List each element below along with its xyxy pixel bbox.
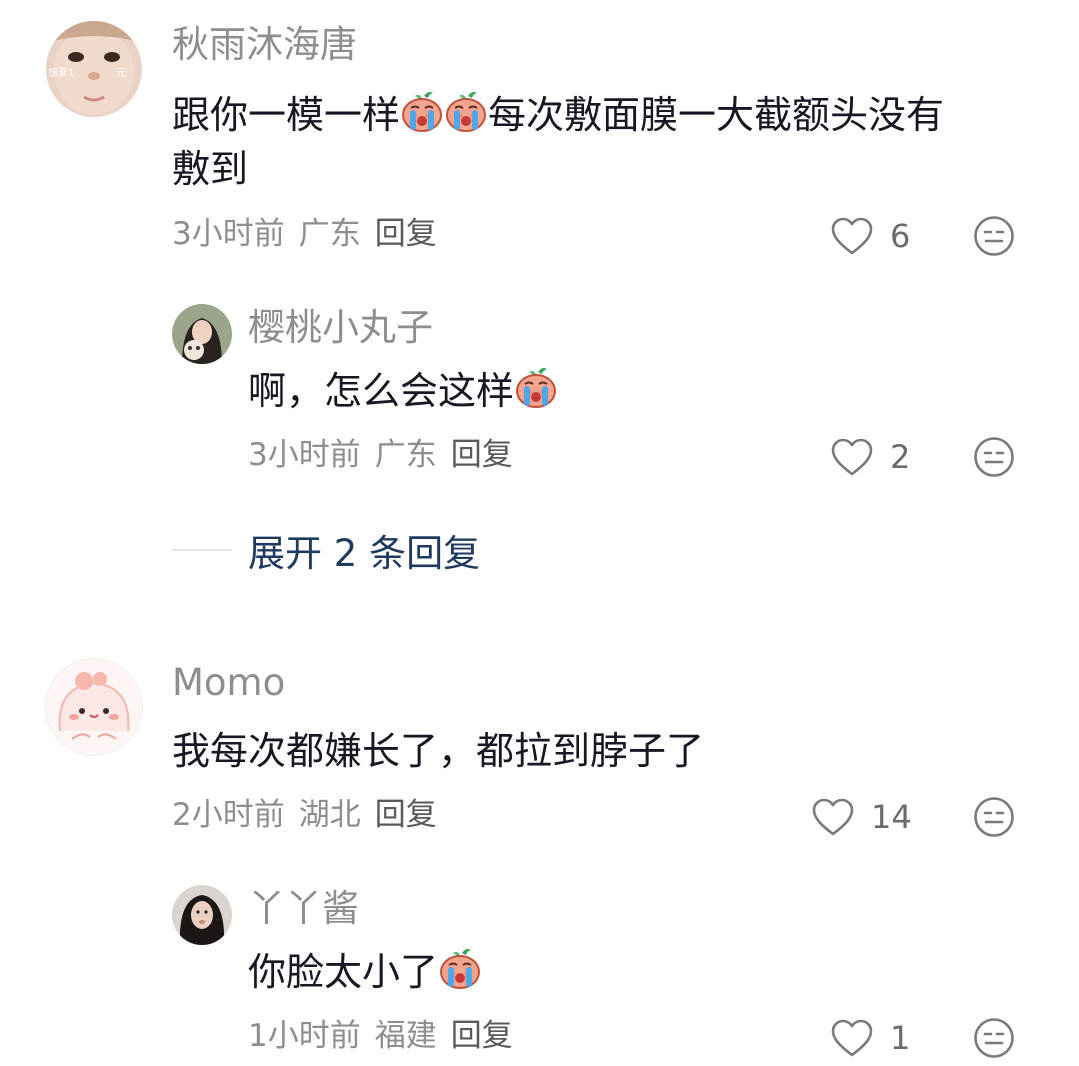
heart-icon [830,1018,874,1058]
reply-button[interactable]: 回复 [451,1018,513,1054]
timestamp: 2小时前 [172,797,285,833]
username[interactable]: Momo [172,661,285,705]
comment-text: 跟你一模一样 每次敷面膜一大截额头没有敷到 [172,88,1052,196]
location: 广东 [298,216,361,252]
crying-peach-emoji-icon [400,90,444,134]
divider [172,549,232,551]
comment-text-part: 敷到 [172,147,249,191]
reply-button[interactable]: 回复 [375,216,437,252]
comment-text: 你脸太小了 [248,945,1028,999]
timestamp: 3小时前 [248,437,361,473]
meh-face-icon [972,795,1016,839]
avatar[interactable] [45,658,143,756]
like-button[interactable]: 1 [830,1016,910,1060]
crying-peach-emoji-icon [444,90,488,134]
comment-meta: 3小时前 广东 回复 [172,214,451,254]
expand-replies-button[interactable]: 展开 2 条回复 [172,525,480,575]
comment-text-part: 每次敷面膜一大截额头没有 [488,93,945,137]
dislike-button[interactable] [972,1016,1016,1060]
reply-button[interactable]: 回复 [375,797,437,833]
location: 湖北 [298,797,361,833]
meh-face-icon [972,435,1016,479]
like-count: 14 [871,798,912,836]
like-button[interactable]: 6 [830,214,910,258]
comment-meta: 2小时前 湖北 回复 [172,795,451,835]
location: 福建 [374,1018,437,1054]
username[interactable]: 丫丫酱 [248,887,359,931]
comment-text-part: 我每次都嫌长了，都拉到脖子了 [172,729,705,773]
expand-replies-label: 展开 2 条回复 [248,532,481,575]
heart-icon [811,797,855,837]
comment-text: 啊，怎么会这样 [248,364,1028,418]
meh-face-icon [972,214,1016,258]
username[interactable]: 秋雨沐海唐 [172,23,357,67]
reply-button[interactable]: 回复 [451,437,513,473]
avatar[interactable] [172,885,232,945]
comment-text-part: 啊，怎么会这样 [248,369,515,413]
heart-icon [830,437,874,477]
like-count: 1 [890,1019,911,1057]
dislike-button[interactable] [972,214,1016,258]
timestamp: 3小时前 [172,216,285,252]
like-button[interactable]: 14 [811,795,912,839]
crying-peach-emoji-icon [438,947,482,991]
avatar[interactable] [172,304,232,364]
avatar[interactable]: 想要1 元 [46,21,142,117]
avatar-caption: 想要1 [48,66,74,79]
like-count: 2 [890,438,911,476]
comment-text-part: 跟你一模一样 [172,93,401,137]
crying-peach-emoji-icon [514,366,558,410]
dislike-button[interactable] [972,795,1016,839]
avatar-caption: 元 [116,68,126,79]
heart-icon [830,216,874,256]
comment-meta: 1小时前 福建 回复 [248,1016,527,1056]
comment-meta: 3小时前 广东 回复 [248,435,527,475]
location: 广东 [374,437,437,473]
comment-text: 我每次都嫌长了，都拉到脖子了 [172,724,1052,778]
comment-text-part: 你脸太小了 [248,950,439,994]
username[interactable]: 樱桃小丸子 [248,306,433,350]
timestamp: 1小时前 [248,1018,361,1054]
like-button[interactable]: 2 [830,435,910,479]
dislike-button[interactable] [972,435,1016,479]
meh-face-icon [972,1016,1016,1060]
like-count: 6 [890,217,911,255]
